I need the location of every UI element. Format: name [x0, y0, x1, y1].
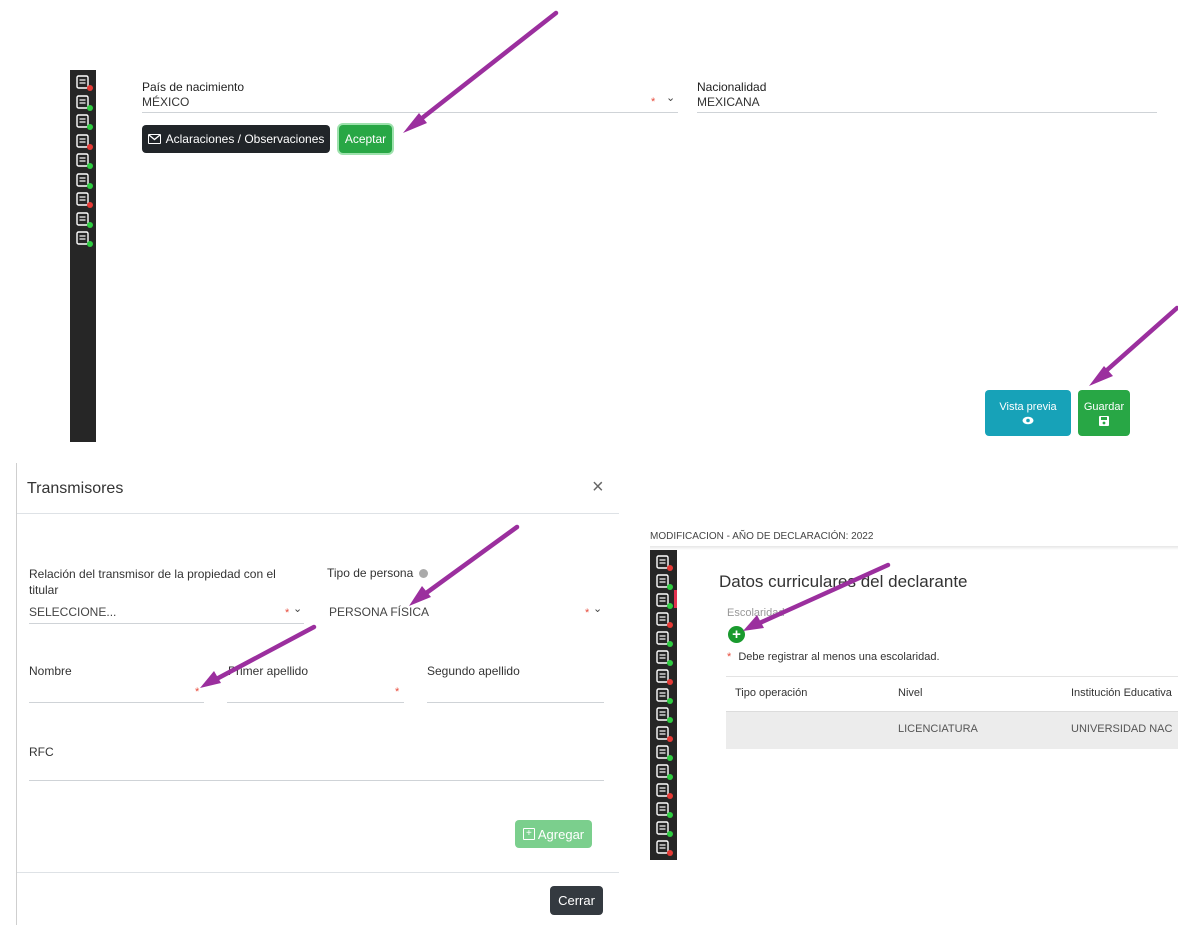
add-circle-icon[interactable]: + [728, 626, 745, 643]
tipo-persona-value: PERSONA FÍSICA [329, 605, 430, 619]
tipo-persona-label: Tipo de persona [327, 566, 428, 580]
house-icon[interactable] [76, 74, 94, 92]
required-mark: * [195, 686, 200, 698]
relacion-label: Relación del transmisor de la propiedad … [29, 567, 276, 597]
cerrar-label: Cerrar [558, 893, 595, 908]
required-mark: * [727, 651, 732, 663]
sidebar-panel3 [650, 550, 677, 860]
top-bar-shadow [650, 546, 1178, 550]
cerrar-button[interactable]: Cerrar [550, 886, 603, 915]
agregar-button[interactable]: + Agregar [515, 820, 592, 848]
nombre-label: Nombre [29, 664, 72, 678]
required-mark: * [585, 607, 590, 619]
required-mark: * [651, 96, 656, 108]
search-icon[interactable] [656, 687, 674, 705]
table-header: Tipo operación Nivel Institución Educati… [726, 677, 1178, 711]
modal-header-divider [17, 513, 619, 514]
chevron-down-icon: ⌄ [593, 603, 603, 615]
modal-left-border [16, 463, 17, 925]
pais-select[interactable]: MÉXICO * ⌄ [142, 92, 678, 113]
aclaraciones-label: Aclaraciones / Observaciones [165, 132, 325, 146]
table-row[interactable]: LICENCIATURA UNIVERSIDAD NAC [726, 711, 1178, 749]
modal-footer-divider [17, 872, 619, 873]
group-icon[interactable] [76, 152, 94, 170]
floppy-disk-icon [1099, 415, 1109, 426]
nacionalidad-label: Nacionalidad [697, 80, 767, 94]
required-mark: * [395, 686, 400, 698]
nacionalidad-value: MEXICANA [697, 95, 760, 109]
shield-icon[interactable] [656, 763, 674, 781]
modal-title: Transmisores [27, 480, 124, 497]
globe-icon [418, 569, 428, 579]
aclaraciones-button[interactable]: Aclaraciones / Observaciones [142, 125, 330, 153]
sidebar-panel1 [70, 70, 96, 442]
table-cell: UNIVERSIDAD NAC [1071, 723, 1173, 735]
nacionalidad-field[interactable]: MEXICANA [697, 95, 1157, 113]
column-header: Institución Educativa [1071, 687, 1172, 699]
primer-apellido-input[interactable]: * [227, 684, 404, 703]
guardar-button[interactable]: Guardar [1078, 390, 1130, 436]
table-cell: LICENCIATURA [898, 723, 978, 735]
form-icon[interactable] [656, 554, 674, 572]
active-indicator [674, 590, 677, 608]
relacion-value: SELECCIONE... [29, 605, 117, 619]
board-icon[interactable] [76, 191, 94, 209]
aceptar-button[interactable]: Aceptar [339, 125, 392, 153]
segundo-apellido-label: Segundo apellido [427, 664, 520, 678]
chevron-down-icon: ⌄ [293, 603, 303, 615]
envelope-icon [147, 134, 161, 144]
network-icon[interactable] [656, 630, 674, 648]
people-tree-icon[interactable] [76, 133, 94, 151]
pais-value: MÉXICO [142, 95, 190, 109]
report-icon[interactable] [656, 611, 674, 629]
house-icon[interactable] [656, 706, 674, 724]
primer-apellido-label: Primer apellido [228, 664, 309, 678]
person-icon[interactable] [656, 839, 674, 857]
tipo-persona-text: Tipo de persona [327, 566, 414, 580]
relacion-select[interactable]: SELECCIONE... * ⌄ [29, 603, 304, 624]
chart-icon[interactable] [76, 113, 94, 131]
nombre-input[interactable]: * [29, 684, 204, 703]
tipo-persona-select[interactable]: PERSONA FÍSICA * ⌄ [329, 603, 604, 623]
plus-square-icon: + [522, 828, 535, 840]
eye-icon [1022, 416, 1034, 425]
home-icon[interactable] [656, 573, 674, 591]
vista-previa-button[interactable]: Vista previa [985, 390, 1071, 436]
vista-previa-label: Vista previa [999, 401, 1057, 413]
people-icon[interactable] [656, 649, 674, 667]
rfc-label: RFC [29, 745, 54, 759]
guardar-label: Guardar [1083, 400, 1125, 413]
grid-icon[interactable] [76, 230, 94, 248]
arrow-guardar [1095, 305, 1178, 381]
team-icon[interactable] [76, 172, 94, 190]
aceptar-label: Aceptar [344, 132, 387, 146]
warning-message: * Debe registrar al menos una escolarida… [727, 651, 940, 663]
escolaridad-label: Escolaridad [727, 607, 785, 619]
column-header: Tipo operación [735, 687, 808, 699]
document-icon[interactable] [656, 592, 674, 610]
required-mark: * [285, 607, 290, 619]
clock-icon[interactable] [656, 820, 674, 838]
car-icon[interactable] [656, 725, 674, 743]
close-icon[interactable]: × [592, 476, 604, 499]
segundo-apellido-input[interactable] [427, 684, 604, 703]
rfc-input[interactable] [29, 762, 604, 781]
declaracion-top-label: MODIFICACION - AÑO DE DECLARACIÓN: 2022 [650, 531, 874, 542]
network-icon[interactable] [76, 211, 94, 229]
safe-icon[interactable] [656, 801, 674, 819]
building-icon[interactable] [656, 782, 674, 800]
section-heading: Datos curriculares del declarante [719, 572, 968, 591]
warning-text: Debe registrar al menos una escolaridad. [738, 651, 940, 663]
home-icon[interactable] [76, 94, 94, 112]
column-header: Nivel [898, 687, 923, 699]
chart-icon[interactable] [656, 744, 674, 762]
list-icon[interactable] [656, 668, 674, 686]
pais-label: País de nacimiento [142, 80, 245, 94]
chevron-down-icon: ⌄ [666, 92, 676, 104]
agregar-label: Agregar [537, 826, 585, 842]
arrow-tipo-persona [415, 524, 520, 602]
